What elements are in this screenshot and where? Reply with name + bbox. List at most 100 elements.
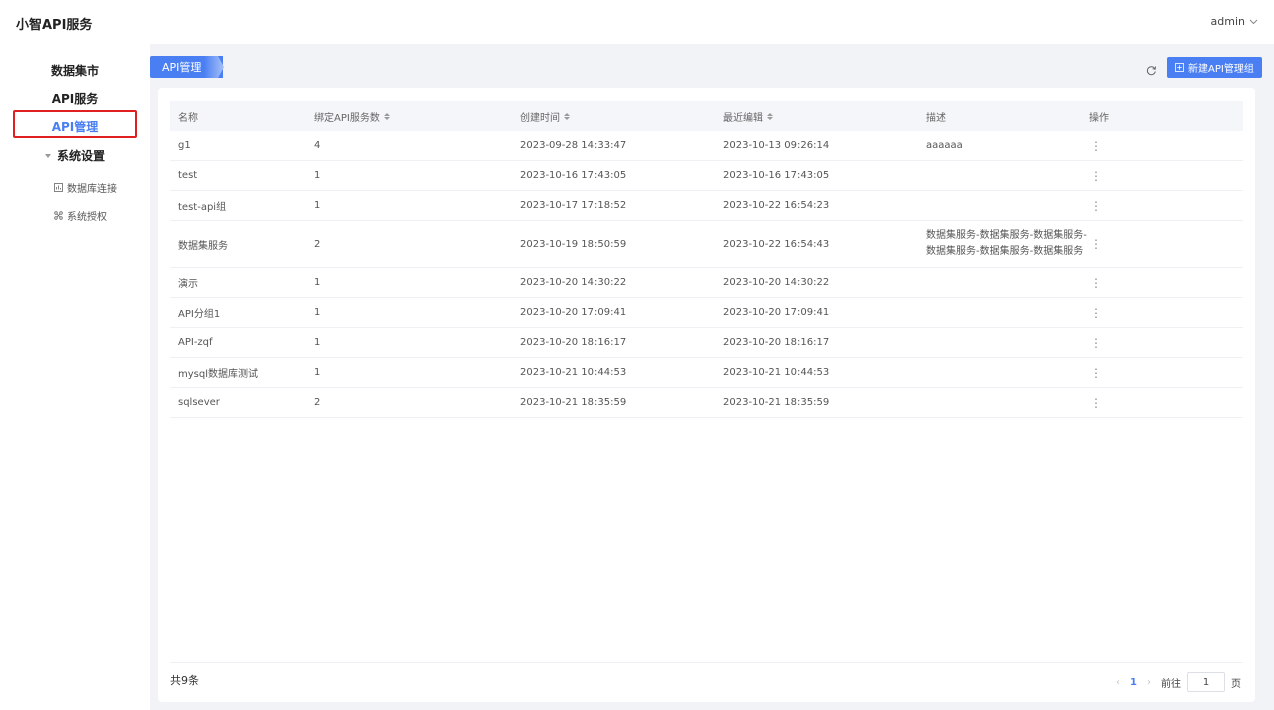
cell-created: 2023-10-21 18:35:59 — [520, 397, 627, 408]
api-group-table: 名称 绑定API服务数 创建时间 最近编辑 描述 操作 g1 4 2023-09… — [170, 101, 1243, 418]
goto-page: 前往 页 — [1161, 672, 1241, 692]
cell-created: 2023-10-21 10:44:53 — [520, 367, 627, 378]
column-label: 绑定API服务数 — [314, 112, 380, 124]
table-row: test 1 2023-10-16 17:43:05 2023-10-16 17… — [170, 161, 1243, 191]
sidebar-item-label: 数据库连接 — [67, 184, 117, 195]
cell-name: sqlsever — [178, 397, 220, 408]
cell-bound-count: 2 — [314, 238, 321, 250]
description-line: 数据集服务-数据集服务-数据集服务- — [926, 230, 1087, 241]
pagination: ‹ 1 › 前往 页 — [1116, 672, 1241, 692]
top-bar: 小智API服务 admin — [0, 0, 1274, 44]
tab-label: API管理 — [162, 61, 202, 74]
sidebar-item-api-service[interactable]: API服务 — [0, 90, 150, 107]
column-header-name: 名称 — [178, 101, 198, 131]
table-row: API分组1 1 2023-10-20 17:09:41 2023-10-20 … — [170, 298, 1243, 328]
total-count: 共9条 — [170, 674, 199, 687]
user-menu[interactable]: admin — [1211, 15, 1258, 28]
sidebar-item-system-authorization[interactable]: 系统授权 — [54, 208, 107, 223]
column-header-actions: 操作 — [1089, 101, 1109, 131]
cell-bound-count: 1 — [314, 337, 321, 348]
table-row: mysql数据库测试 1 2023-10-21 10:44:53 2023-10… — [170, 358, 1243, 388]
column-header-edited[interactable]: 最近编辑 — [723, 101, 773, 131]
cell-bound-count: 2 — [314, 397, 321, 408]
cell-edited: 2023-10-20 14:30:22 — [723, 277, 830, 288]
refresh-button[interactable] — [1146, 61, 1157, 80]
column-label: 描述 — [926, 112, 946, 124]
goto-suffix: 页 — [1231, 678, 1241, 690]
table-row: test-api组 1 2023-10-17 17:18:52 2023-10-… — [170, 191, 1243, 221]
cell-created: 2023-10-20 18:16:17 — [520, 337, 627, 348]
main-card: 名称 绑定API服务数 创建时间 最近编辑 描述 操作 g1 4 2023-09… — [158, 88, 1255, 702]
cell-description: 数据集服务-数据集服务-数据集服务- 数据集服务-数据集服务-数据集服务 — [926, 221, 1087, 267]
cell-created: 2023-09-28 14:33:47 — [520, 140, 627, 151]
cell-name: g1 — [178, 140, 191, 151]
table-header: 名称 绑定API服务数 创建时间 最近编辑 描述 操作 — [170, 101, 1243, 131]
cell-created: 2023-10-17 17:18:52 — [520, 200, 627, 211]
more-actions-icon[interactable]: ⋮ — [1090, 388, 1102, 417]
next-page-icon[interactable]: › — [1147, 677, 1151, 688]
cell-created: 2023-10-20 17:09:41 — [520, 307, 627, 318]
cell-edited: 2023-10-16 17:43:05 — [723, 170, 830, 181]
cell-name: 数据集服务 — [178, 240, 228, 252]
sidebar-group-label: 系统设置 — [56, 149, 105, 163]
cell-created: 2023-10-16 17:43:05 — [520, 170, 627, 181]
sort-icon[interactable] — [767, 112, 773, 120]
new-button-label: 新建API管理组 — [1188, 64, 1254, 75]
cell-edited: 2023-10-20 18:16:17 — [723, 337, 830, 348]
chevron-down-icon — [1249, 19, 1258, 24]
sort-icon[interactable] — [564, 112, 570, 120]
column-header-description: 描述 — [926, 101, 946, 131]
cell-edited: 2023-10-21 10:44:53 — [723, 367, 830, 378]
column-header-bound-count[interactable]: 绑定API服务数 — [314, 101, 390, 131]
cell-created: 2023-10-20 14:30:22 — [520, 277, 627, 288]
cell-bound-count: 1 — [314, 307, 321, 318]
authorize-icon — [54, 211, 63, 220]
page-number[interactable]: 1 — [1130, 677, 1137, 688]
cell-edited: 2023-10-22 16:54:23 — [723, 200, 830, 211]
more-actions-icon[interactable]: ⋮ — [1090, 298, 1102, 327]
sidebar-group-system-settings[interactable]: 系统设置 — [0, 147, 150, 164]
database-icon — [54, 183, 63, 192]
cell-created: 2023-10-19 18:50:59 — [520, 238, 627, 250]
cell-name: API-zqf — [178, 337, 213, 348]
more-actions-icon[interactable]: ⋮ — [1090, 191, 1102, 220]
sidebar-item-label: 系统授权 — [67, 212, 107, 223]
table-row: 数据集服务 2 2023-10-19 18:50:59 2023-10-22 1… — [170, 221, 1243, 268]
prev-page-icon[interactable]: ‹ — [1116, 677, 1120, 688]
column-label: 操作 — [1089, 112, 1109, 124]
cell-edited: 2023-10-20 17:09:41 — [723, 307, 830, 318]
cell-bound-count: 1 — [314, 170, 321, 181]
sidebar-item-data-market[interactable]: 数据集市 — [0, 62, 150, 79]
column-label: 最近编辑 — [723, 112, 763, 124]
more-actions-icon[interactable]: ⋮ — [1090, 161, 1102, 190]
sidebar-item-api-management[interactable]: API管理 — [0, 118, 150, 135]
more-actions-icon[interactable]: ⋮ — [1090, 221, 1102, 267]
sidebar-item-database-connection[interactable]: 数据库连接 — [54, 180, 117, 195]
cell-name: test — [178, 170, 198, 181]
more-actions-icon[interactable]: ⋮ — [1090, 131, 1102, 160]
new-api-group-button[interactable]: 新建API管理组 — [1167, 57, 1262, 78]
cell-description: aaaaaa — [926, 140, 963, 151]
cell-bound-count: 4 — [314, 140, 321, 151]
cell-bound-count: 1 — [314, 367, 321, 378]
cell-bound-count: 1 — [314, 277, 321, 288]
column-label: 创建时间 — [520, 112, 560, 124]
cell-edited: 2023-10-22 16:54:43 — [723, 238, 830, 250]
table-row: g1 4 2023-09-28 14:33:47 2023-10-13 09:2… — [170, 131, 1243, 161]
table-row: API-zqf 1 2023-10-20 18:16:17 2023-10-20… — [170, 328, 1243, 358]
cell-name: 演示 — [178, 279, 198, 290]
app-title: 小智API服务 — [16, 18, 93, 33]
cell-name: test-api组 — [178, 202, 227, 213]
sort-icon[interactable] — [383, 112, 390, 120]
plus-square-icon — [1175, 63, 1184, 72]
more-actions-icon[interactable]: ⋮ — [1090, 268, 1102, 297]
divider — [170, 662, 1243, 663]
more-actions-icon[interactable]: ⋮ — [1090, 328, 1102, 357]
description-line: 数据集服务-数据集服务-数据集服务 — [926, 246, 1084, 257]
column-label: 名称 — [178, 112, 198, 124]
table-row: 演示 1 2023-10-20 14:30:22 2023-10-20 14:3… — [170, 268, 1243, 298]
column-header-created[interactable]: 创建时间 — [520, 101, 570, 131]
goto-page-input[interactable] — [1187, 672, 1225, 692]
more-actions-icon[interactable]: ⋮ — [1090, 358, 1102, 387]
cell-edited: 2023-10-13 09:26:14 — [723, 140, 830, 151]
